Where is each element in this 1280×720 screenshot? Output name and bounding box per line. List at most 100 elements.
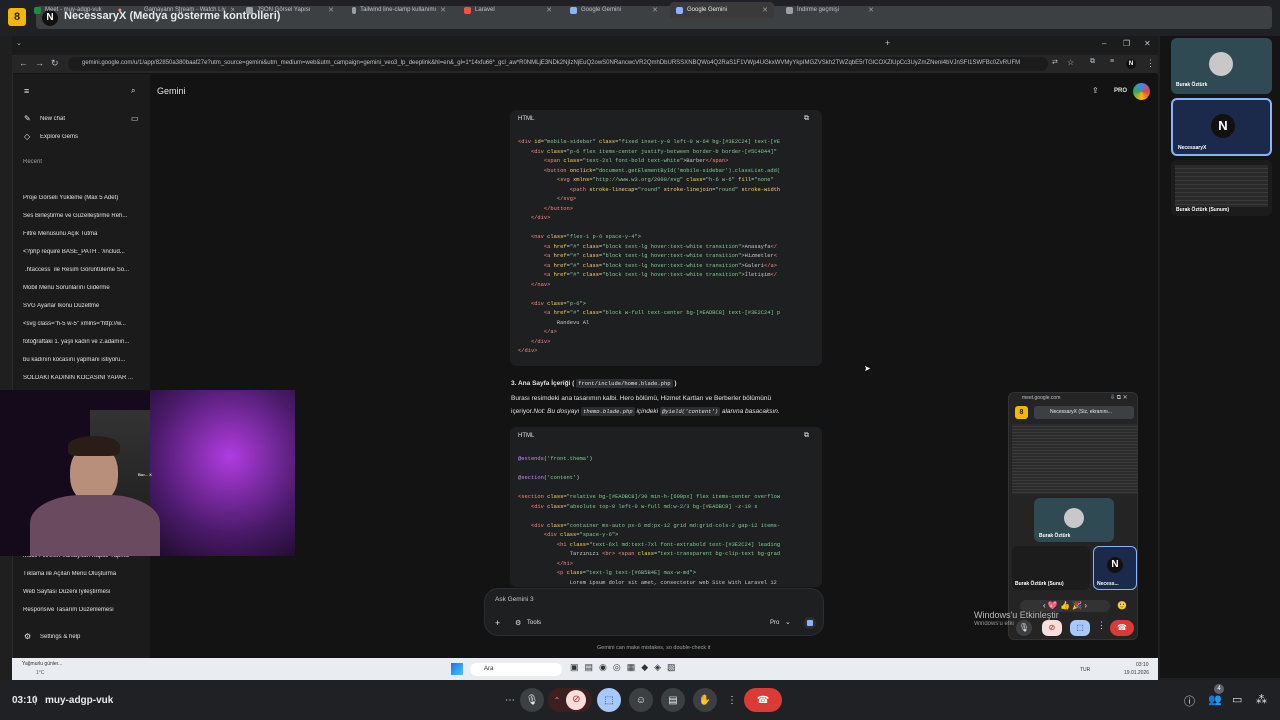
- menu-icon[interactable]: ≡: [24, 86, 29, 96]
- url-input[interactable]: gemini.google.com/u/1/app/82850a380baaf2…: [68, 57, 1048, 71]
- tab-json[interactable]: JSON Görsel Yapısı ✕: [240, 2, 340, 18]
- mic-button[interactable]: 🎙: [520, 688, 544, 712]
- profile-avatar[interactable]: N: [1126, 59, 1136, 69]
- recent-chat-item[interactable]: SOLDAKİ KADININ KOCASINI YAPAR ...: [23, 375, 143, 381]
- translate-icon[interactable]: ⇄: [1052, 58, 1058, 66]
- recent-chat-item[interactable]: Responsive Tasarım Düzenlemesi: [23, 607, 143, 613]
- account-avatar[interactable]: [1133, 83, 1150, 100]
- mini-self-tile[interactable]: N Necess...: [1093, 546, 1137, 590]
- taskbar-search[interactable]: Ara: [470, 663, 562, 676]
- participant-name: NecessaryX: [1178, 145, 1207, 151]
- back-icon[interactable]: ←: [19, 58, 28, 68]
- recent-chat-item[interactable]: Web Sayfası Düzeni İyileştirmesi: [23, 589, 143, 595]
- recent-chat-item[interactable]: <svg class="h-5 w-5" xmlns="http://w...: [23, 321, 143, 327]
- leave-call-button[interactable]: ☎: [744, 688, 782, 712]
- recent-chat-item[interactable]: Filtre Menüsünü Açık Tutma: [23, 231, 143, 237]
- close-tab-icon[interactable]: ✕: [546, 6, 552, 14]
- recent-chat-item[interactable]: SVG Ayarlar İkonu Düzeltme: [23, 303, 143, 309]
- mini-mic-button[interactable]: 🎙: [1016, 620, 1032, 636]
- recent-chat-item[interactable]: <?php require BASE_PATH . '/includ...: [23, 249, 143, 255]
- mini-window-controls[interactable]: ⇩ ⧉ ✕: [1110, 394, 1128, 402]
- captions-button[interactable]: ▤: [661, 688, 685, 712]
- mini-leave-button[interactable]: ☎: [1110, 620, 1134, 636]
- tab-favicon-icon: [352, 6, 357, 14]
- recent-chat-item[interactable]: Tıklama ile Açılan Menü Oluşturma: [23, 571, 143, 577]
- close-tab-icon[interactable]: ✕: [652, 6, 658, 14]
- media-icon[interactable]: ≡: [1110, 58, 1114, 65]
- tab-gemini-1[interactable]: Google Gemini ✕: [564, 2, 664, 18]
- tab-meet[interactable]: Meet - muy-adgp-vuk ●: [28, 2, 128, 18]
- recent-chat-item[interactable]: fotoğraftaki 1. yaşlı kadın ve 2.adamın.…: [23, 339, 143, 345]
- stop-button[interactable]: [804, 617, 816, 629]
- emoji-icon[interactable]: 🙂: [1117, 601, 1127, 610]
- mini-more-icon[interactable]: ⋮: [1097, 620, 1106, 631]
- participant-tile-burak[interactable]: Burak Öztürk: [1171, 38, 1272, 94]
- extensions-icon[interactable]: ⧉: [1090, 58, 1095, 66]
- mini-present-button[interactable]: ⬚: [1070, 620, 1090, 636]
- emoji-reaction-button[interactable]: ☺: [629, 688, 653, 712]
- tab-tailwind[interactable]: Tailwind line-clamp kullanımı ✕: [346, 2, 452, 18]
- copy-icon[interactable]: ⧉: [804, 432, 809, 440]
- presenter-badge: 8: [8, 8, 26, 26]
- close-tab-icon[interactable]: ✕: [230, 6, 234, 14]
- model-selector[interactable]: Pro: [770, 620, 779, 626]
- raise-hand-button[interactable]: ✋: [693, 688, 717, 712]
- weather-widget[interactable]: Yağmurlu günler...: [22, 661, 62, 667]
- explore-gems-link[interactable]: Explore Gems: [40, 134, 160, 140]
- participant-tile-necessaryx[interactable]: N NecessaryX: [1171, 98, 1272, 156]
- start-icon[interactable]: [451, 663, 463, 675]
- tab-laravel[interactable]: Laravel ✕: [458, 2, 558, 18]
- recent-chat-item[interactable]: `.htaccess` ile Resim Görüntüleme So...: [23, 267, 143, 273]
- mini-presentation-tile[interactable]: Burak Öztürk (Sunu): [1012, 546, 1090, 590]
- tab-stream[interactable]: Gamayann Stream - Watch Liv ✕: [134, 2, 234, 18]
- browser-menu-icon[interactable]: ⋮: [1146, 58, 1155, 69]
- prompt-input-box[interactable]: [484, 588, 824, 636]
- code-content-1: <div id="mobile-sidebar" class="fixed in…: [518, 139, 781, 354]
- close-tab-icon[interactable]: ✕: [762, 6, 768, 14]
- search-icon[interactable]: ⌕: [131, 86, 135, 96]
- more-options-icon[interactable]: ⋮: [725, 688, 739, 712]
- tab-downloads[interactable]: İndirme geçmişi ✕: [780, 2, 880, 18]
- close-tab-icon[interactable]: ✕: [868, 6, 874, 14]
- bookmark-star-icon[interactable]: ☆: [1067, 58, 1074, 67]
- new-chat-button[interactable]: New chat: [40, 116, 160, 122]
- taskbar-apps[interactable]: ▣▤◉◎▦◆◈▧: [570, 662, 682, 673]
- mini-participant-tile[interactable]: Burak Öztürk: [1034, 498, 1114, 542]
- close-tab-icon[interactable]: ✕: [328, 6, 334, 14]
- weather-temp: 1°C: [36, 670, 45, 676]
- temporary-chat-icon[interactable]: ▭: [131, 114, 139, 123]
- people-icon[interactable]: 👥: [1208, 693, 1222, 706]
- minimize-icon[interactable]: –: [1102, 39, 1106, 48]
- language-indicator[interactable]: TUR: [1080, 667, 1090, 673]
- tab-gemini-active[interactable]: Google Gemini ✕: [670, 2, 774, 18]
- prompt-input[interactable]: Ask Gemini 3: [495, 596, 534, 603]
- new-tab-icon[interactable]: +: [885, 38, 890, 48]
- copy-icon[interactable]: ⧉: [804, 115, 809, 123]
- info-icon[interactable]: ⓘ: [1184, 693, 1195, 709]
- recent-chat-item[interactable]: Mobil Menü Sorunlarını Giderme: [23, 285, 143, 291]
- tools-icon: ⚙: [515, 620, 522, 627]
- recent-chat-item[interactable]: Ses Birleştirme ve Güzelleştirme Reh...: [23, 213, 143, 219]
- maximize-icon[interactable]: ❐: [1123, 39, 1130, 48]
- more-audio-options-icon[interactable]: ⋯: [500, 688, 520, 712]
- add-file-icon[interactable]: +: [495, 618, 500, 628]
- necessaryx-logo-icon: N: [1211, 114, 1235, 138]
- close-tab-icon[interactable]: ✕: [440, 6, 446, 14]
- share-icon[interactable]: ⇪: [1092, 86, 1099, 95]
- tab-list-icon[interactable]: ⌄: [16, 39, 22, 47]
- forward-icon[interactable]: →: [35, 58, 44, 68]
- reload-icon[interactable]: ↻: [51, 58, 59, 69]
- recent-chat-item[interactable]: bu kadının kocasını yapmanı istiyoru...: [23, 357, 143, 363]
- recent-chat-item[interactable]: Proje Görseli Yükleme (Max 5 Adet): [23, 195, 143, 201]
- close-window-icon[interactable]: ✕: [1144, 39, 1151, 48]
- participant-tile-presentation[interactable]: Burak Öztürk (Sunum): [1171, 160, 1272, 216]
- camera-off-button[interactable]: ⌃ ⊘: [548, 688, 592, 712]
- mini-tab[interactable]: NecessaryX (Siz, ekranını...: [1034, 406, 1134, 419]
- activities-icon[interactable]: ⁂: [1256, 693, 1267, 706]
- present-button[interactable]: ⬚: [597, 688, 621, 712]
- settings-help-link[interactable]: Settings & help: [40, 634, 160, 640]
- participant-name: Burak Öztürk: [1039, 533, 1071, 539]
- tools-button[interactable]: Tools: [527, 620, 541, 626]
- mini-camera-off-button[interactable]: ⊘: [1042, 620, 1062, 636]
- chat-icon[interactable]: ▭: [1232, 693, 1242, 706]
